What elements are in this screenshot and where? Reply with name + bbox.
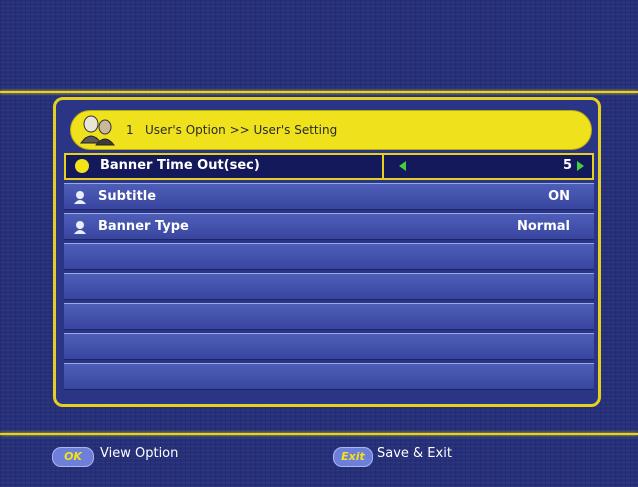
empty-row bbox=[64, 243, 594, 270]
menu-item-label: Banner Time Out(sec) bbox=[100, 158, 260, 173]
menu-item-label: Subtitle bbox=[98, 189, 157, 204]
header-number: 1 bbox=[126, 123, 134, 137]
empty-row bbox=[64, 273, 594, 300]
menu-item-banner-time-out[interactable]: Banner Time Out(sec) 5 bbox=[64, 153, 594, 180]
users-icon bbox=[80, 115, 116, 146]
user-bullet-icon bbox=[74, 221, 86, 234]
empty-row bbox=[64, 333, 594, 360]
view-option-label: View Option bbox=[100, 446, 179, 461]
menu-item-banner-type[interactable]: Banner Type Normal bbox=[64, 213, 594, 240]
menu-item-label: Banner Type bbox=[98, 219, 189, 234]
bottom-divider bbox=[0, 433, 638, 435]
user-bullet-icon bbox=[74, 191, 86, 204]
empty-row bbox=[64, 303, 594, 330]
value-divider bbox=[382, 155, 384, 178]
header-title: User's Option >> User's Setting bbox=[145, 123, 338, 137]
selected-bullet-icon bbox=[75, 159, 89, 173]
save-exit-label: Save & Exit bbox=[377, 446, 452, 461]
ok-button-badge[interactable]: OK bbox=[52, 447, 94, 467]
menu-list: Banner Time Out(sec) 5 Subtitle ON Banne… bbox=[64, 153, 594, 393]
menu-item-value: Normal bbox=[517, 219, 570, 234]
menu-item-value: ON bbox=[548, 189, 570, 204]
empty-row bbox=[64, 363, 594, 390]
menu-item-subtitle[interactable]: Subtitle ON bbox=[64, 183, 594, 210]
exit-button-badge[interactable]: Exit bbox=[333, 447, 373, 467]
top-divider bbox=[0, 91, 638, 93]
arrow-right-icon[interactable] bbox=[577, 161, 584, 171]
menu-item-value: 5 bbox=[562, 158, 572, 173]
arrow-left-icon[interactable] bbox=[399, 161, 406, 171]
